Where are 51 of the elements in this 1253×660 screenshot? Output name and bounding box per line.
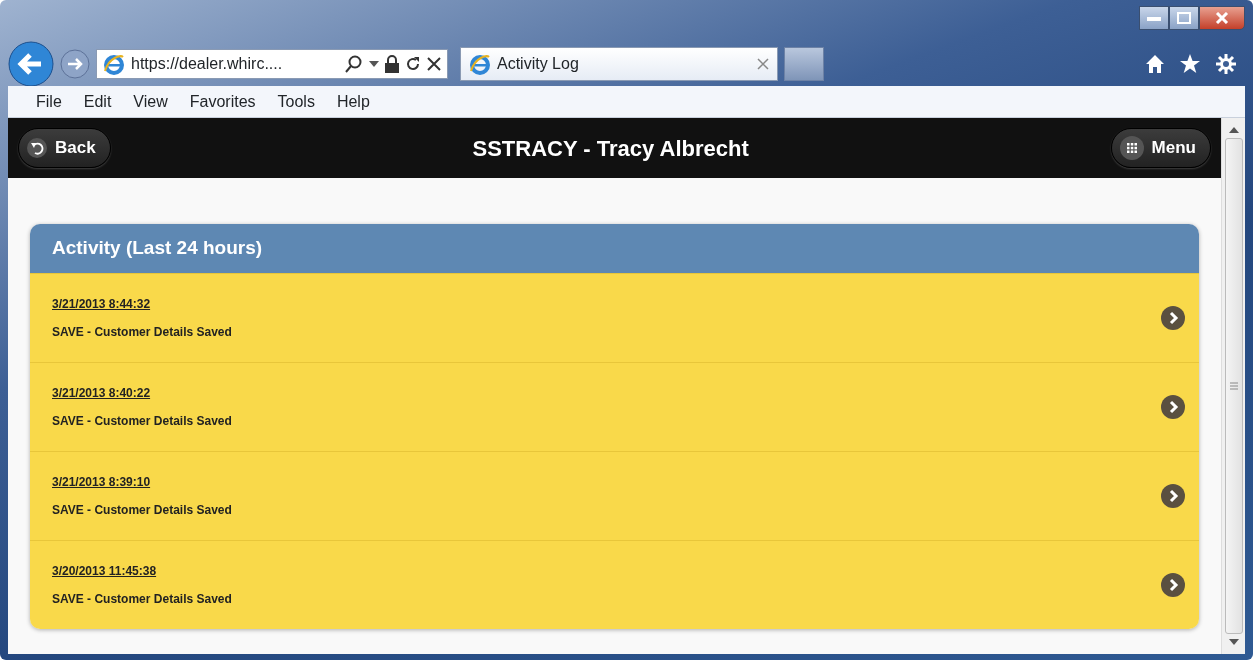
activity-description: SAVE - Customer Details Saved	[52, 323, 232, 341]
menu-item[interactable]: Help	[336, 89, 370, 114]
refresh-icon[interactable]	[405, 56, 421, 72]
chevron-icon	[1161, 572, 1185, 597]
close-icon[interactable]	[757, 58, 769, 70]
menu-item[interactable]: View	[133, 89, 168, 114]
timestamp-link[interactable]: 3/21/2013 8:39:10	[52, 472, 232, 491]
search-icon[interactable]	[345, 55, 363, 73]
menu-item[interactable]: Edit	[83, 89, 112, 114]
menu-item[interactable]: Tools	[277, 89, 315, 114]
undo-icon	[27, 138, 47, 158]
panel-header: Activity (Last 24 hours)	[30, 224, 1199, 273]
browser-tab[interactable]: Activity Log	[460, 47, 778, 81]
dropdown-icon[interactable]	[369, 61, 379, 67]
timestamp-link[interactable]: 3/21/2013 8:40:22	[52, 383, 232, 402]
maximize-button[interactable]	[1169, 6, 1199, 30]
minimize-icon	[1147, 15, 1161, 21]
settings-icon[interactable]	[1215, 53, 1237, 75]
grid-icon	[1119, 136, 1144, 160]
activity-row[interactable]: 3/21/2013 8:40:22 SAVE - Customer Details Saved	[30, 361, 1199, 451]
back-button[interactable]: Back	[18, 128, 111, 168]
scroll-up-icon[interactable]	[1228, 126, 1239, 134]
close-icon	[1215, 12, 1229, 24]
maximize-icon	[1177, 12, 1191, 24]
timestamp-link[interactable]: 3/20/2013 11:45:38	[52, 561, 232, 580]
timestamp-link[interactable]: 3/21/2013 8:44:32	[52, 294, 232, 313]
chevron-icon	[1161, 394, 1185, 419]
chevron-icon	[1161, 305, 1185, 330]
browser-icon	[103, 53, 125, 75]
back-icon[interactable]	[8, 41, 54, 87]
scrollbar-thumb[interactable]	[1224, 138, 1243, 634]
home-icon[interactable]	[1145, 54, 1165, 74]
scroll-down-icon[interactable]	[1228, 638, 1239, 646]
menu-item[interactable]: File	[36, 89, 62, 114]
chevron-icon	[1161, 483, 1185, 508]
activity-description: SAVE - Customer Details Saved	[52, 501, 232, 519]
browser-icon	[469, 53, 491, 75]
activity-description: SAVE - Customer Details Saved	[52, 590, 232, 608]
lock-icon[interactable]	[385, 55, 399, 73]
menu-button[interactable]: Menu	[1110, 128, 1211, 168]
minimize-button[interactable]	[1139, 6, 1169, 30]
menu-item[interactable]: Favorites	[189, 89, 256, 114]
activity-description: SAVE - Customer Details Saved	[52, 412, 232, 430]
activity-row[interactable]: 3/21/2013 8:44:32 SAVE - Customer Details Saved	[30, 272, 1199, 362]
star-icon[interactable]	[1179, 54, 1201, 74]
activity-row[interactable]: 3/20/2013 11:45:38 SAVE - Customer Details Saved	[30, 539, 1199, 629]
close-button[interactable]	[1199, 6, 1245, 30]
page-title: SSTRACY - Tracy Albrecht	[472, 134, 749, 163]
activity-row[interactable]: 3/21/2013 8:39:10 SAVE - Customer Details Saved	[30, 450, 1199, 540]
forward-icon[interactable]	[60, 49, 90, 79]
stop-icon[interactable]	[427, 57, 441, 71]
